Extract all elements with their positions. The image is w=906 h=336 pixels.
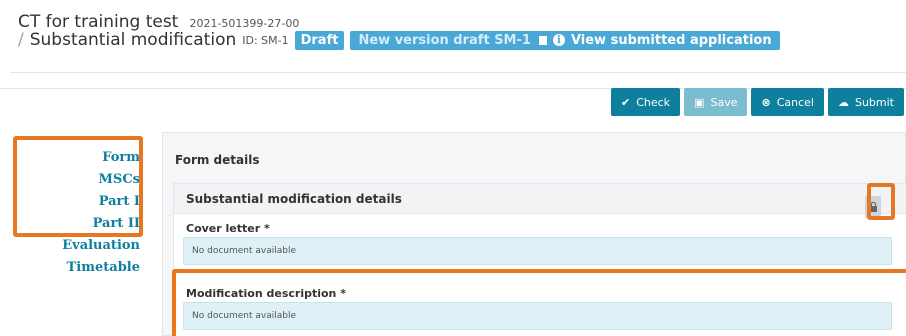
check-icon: ✔ bbox=[621, 95, 631, 109]
cover-letter-field[interactable]: No document available bbox=[183, 237, 892, 265]
version-badge-label: New version draft SM-1 bbox=[358, 32, 531, 48]
cloud-upload-icon: ☁ bbox=[837, 95, 849, 109]
nav-item-part-i[interactable]: Part I bbox=[14, 191, 140, 213]
cancel-button[interactable]: ⊗ Cancel bbox=[751, 88, 824, 116]
action-toolbar: ✔ Check ▣ Save ⊗ Cancel ☁ Submit bbox=[611, 88, 904, 116]
section-nav: Form MSCs Part I Part II Evaluation Time… bbox=[14, 147, 140, 279]
trial-code: 2021-501399-27-00 bbox=[189, 17, 300, 30]
page-subtitle: Substantial modification bbox=[29, 30, 237, 50]
nav-item-timetable[interactable]: Timetable bbox=[14, 257, 140, 279]
section-title: Substantial modification details bbox=[186, 191, 402, 206]
trash-icon[interactable] bbox=[538, 35, 547, 45]
submit-button[interactable]: ☁ Submit bbox=[827, 88, 904, 116]
save-icon: ▣ bbox=[694, 95, 705, 109]
nav-item-mscs[interactable]: MSCs bbox=[14, 169, 140, 191]
nav-item-part-ii[interactable]: Part II bbox=[14, 213, 140, 235]
panel-title: Form details bbox=[175, 153, 260, 167]
modification-description-label: Modification description * bbox=[186, 287, 346, 300]
nav-item-evaluation[interactable]: Evaluation bbox=[14, 235, 140, 257]
save-button[interactable]: ▣ Save bbox=[684, 88, 748, 116]
status-badge: Draft bbox=[294, 30, 345, 50]
trial-title: CT for training test bbox=[18, 12, 179, 32]
lock-button[interactable] bbox=[865, 196, 881, 218]
info-icon: i bbox=[552, 34, 565, 46]
save-button-label: Save bbox=[710, 95, 738, 109]
page-header-line1: CT for training test 2021-501399-27-00 bbox=[18, 12, 299, 32]
view-submitted-application-link[interactable]: View submitted application bbox=[571, 33, 772, 48]
submit-button-label: Submit bbox=[854, 95, 894, 109]
check-button[interactable]: ✔ Check bbox=[611, 88, 681, 116]
section-header[interactable]: Substantial modification details bbox=[174, 184, 906, 214]
cover-letter-label: Cover letter * bbox=[186, 222, 270, 235]
page-header-line2: / Substantial modification ID: SM-1 Draf… bbox=[18, 30, 780, 50]
version-badge: New version draft SM-1 i View submitted … bbox=[350, 30, 780, 50]
breadcrumb-separator: / bbox=[18, 30, 24, 50]
modification-id: ID: SM-1 bbox=[242, 33, 289, 47]
modification-description-field[interactable]: No document available bbox=[183, 302, 892, 330]
divider bbox=[10, 72, 906, 73]
lock-icon bbox=[869, 201, 877, 212]
nav-item-form[interactable]: Form bbox=[14, 147, 140, 169]
cancel-icon: ⊗ bbox=[761, 95, 771, 109]
cancel-button-label: Cancel bbox=[776, 95, 814, 109]
check-button-label: Check bbox=[636, 95, 671, 109]
